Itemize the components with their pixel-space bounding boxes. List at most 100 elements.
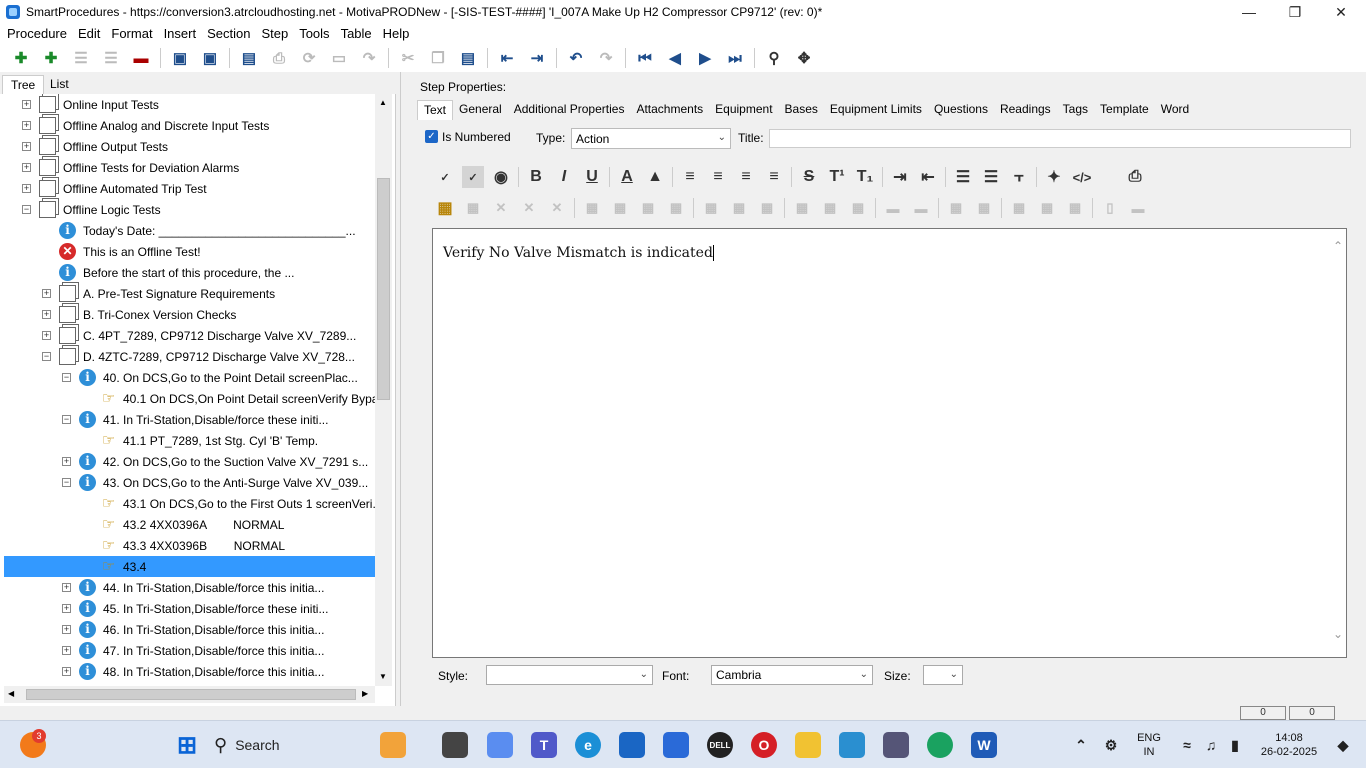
table-tool-icon[interactable]: ▦ [581, 197, 603, 219]
font-select[interactable]: Cambria ⌄ [711, 665, 873, 685]
clock[interactable]: 14:08 26-02-2025 [1254, 731, 1324, 759]
chrome-icon[interactable] [927, 732, 953, 758]
tab-attachments[interactable]: Attachments [630, 100, 709, 120]
tree-node[interactable]: + i 48. In Tri-Station,Disable/force this … [4, 661, 375, 682]
print-preview-icon[interactable]: ⎙ [1124, 166, 1146, 188]
scroll-up-icon[interactable]: ▲ [379, 98, 387, 107]
collapse-icon[interactable]: − [42, 352, 51, 361]
table-tool-icon[interactable]: ▦ [756, 197, 778, 219]
store-icon[interactable] [619, 732, 645, 758]
type-select[interactable]: Action ⌄ [571, 128, 731, 149]
justify-icon[interactable]: ≡ [763, 166, 785, 188]
step-text-editor[interactable]: Verify No Valve Mismatch is indicated ⌃ … [432, 228, 1347, 658]
move-icon[interactable]: ✥ [794, 48, 814, 68]
redo-tool-icon[interactable]: ↷ [359, 48, 379, 68]
app-icon[interactable] [883, 732, 909, 758]
window-icon[interactable]: ▭ [329, 48, 349, 68]
add-icon[interactable]: ✚ [11, 48, 31, 68]
collapse-icon[interactable]: − [62, 478, 71, 487]
tree-node[interactable]: + Offline Automated Trip Test [4, 178, 375, 199]
add-child-icon[interactable]: ✚ [41, 48, 61, 68]
tree-horizontal-scrollbar[interactable]: ◀ ▶ [4, 686, 375, 703]
menu-help[interactable]: Help [379, 25, 414, 43]
tree-node[interactable]: − D. 4ZTC-7289, CP9712 Discharge Valve XV… [4, 346, 375, 367]
tree-node[interactable]: + C. 4PT_7289, CP9712 Discharge Valve XV_… [4, 325, 375, 346]
windows-start-icon[interactable]: ⊞ [174, 732, 200, 759]
save-all-icon[interactable]: ▣ [200, 48, 220, 68]
align-center-icon[interactable]: ≡ [707, 166, 729, 188]
table-tool-icon[interactable]: ▦ [728, 197, 750, 219]
expand-icon[interactable]: + [22, 142, 31, 151]
tree-node[interactable]: ☞ 40.1 On DCS,On Point Detail screenVerif… [4, 388, 375, 409]
table-tool-icon[interactable]: ✕ [518, 197, 540, 219]
menu-tools[interactable]: Tools [295, 25, 333, 43]
tree-node[interactable]: + B. Tri-Conex Version Checks [4, 304, 375, 325]
file-explorer-icon[interactable] [795, 732, 821, 758]
tree-vertical-thumb[interactable] [377, 178, 390, 400]
numbered-list-icon[interactable]: ☰ [980, 166, 1002, 188]
align-left-icon[interactable]: ≡ [679, 166, 701, 188]
tab-bases[interactable]: Bases [779, 100, 824, 120]
magic-wand-icon[interactable]: ✦ [1043, 166, 1065, 188]
teams-icon[interactable]: T [531, 732, 557, 758]
network-settings-icon[interactable]: ⚙ [1098, 732, 1124, 758]
menu-table[interactable]: Table [337, 25, 376, 43]
bullet-list-icon[interactable]: ☰ [952, 166, 974, 188]
table-tool-icon[interactable]: ▬ [910, 197, 932, 219]
previous-icon[interactable]: ◀ [665, 48, 685, 68]
tree-node[interactable]: ☞ 43.1 On DCS,Go to the First Outs 1 scre… [4, 493, 375, 514]
app-icon[interactable] [663, 732, 689, 758]
title-input[interactable] [769, 129, 1351, 148]
table-tool-icon[interactable]: ▦ [847, 197, 869, 219]
subscript-icon[interactable]: T₁ [854, 166, 876, 188]
tree-node[interactable]: i Before the start of this procedure, the… [4, 262, 375, 283]
expand-icon[interactable]: + [42, 310, 51, 319]
table-tool-icon[interactable]: ▯ [1099, 197, 1121, 219]
language-indicator[interactable]: ENG IN [1134, 731, 1164, 759]
tree-horizontal-thumb[interactable] [26, 689, 356, 700]
tree-node[interactable]: − Offline Logic Tests [4, 199, 375, 220]
menu-procedure[interactable]: Procedure [3, 25, 71, 43]
last-icon[interactable]: ⏭ [725, 48, 745, 68]
close-button[interactable]: ✕ [1318, 0, 1364, 24]
table-tool-icon[interactable]: ▦ [973, 197, 995, 219]
chevron-up-icon[interactable]: ⌃ [1333, 239, 1343, 253]
battery-icon[interactable]: ▮ [1222, 732, 1248, 758]
align-right-icon[interactable]: ≡ [735, 166, 757, 188]
taskbar-search[interactable]: ⚲ Search [214, 728, 364, 762]
editor-content[interactable]: Verify No Valve Mismatch is indicated [443, 245, 714, 261]
tree-node[interactable]: ☞ 43.4 [4, 556, 375, 577]
notification-bell-icon[interactable]: ◆ [1330, 732, 1356, 758]
table-tool-icon[interactable]: ▦ [1064, 197, 1086, 219]
table-tool-icon[interactable]: ▦ [665, 197, 687, 219]
expand-icon[interactable]: + [62, 457, 71, 466]
tab-template[interactable]: Template [1094, 100, 1155, 120]
procedure-tree[interactable]: + Online Input Tests + Offline Analog and D… [4, 94, 375, 686]
edge-icon[interactable]: e [575, 732, 601, 758]
minimize-button[interactable]: — [1226, 0, 1272, 24]
expand-icon[interactable]: + [22, 163, 31, 172]
menu-section[interactable]: Section [203, 25, 254, 43]
expand-icon[interactable]: + [22, 121, 31, 130]
list-icon[interactable]: ☰ [71, 48, 91, 68]
tree-node[interactable]: + Offline Tests for Deviation Alarms [4, 157, 375, 178]
expand-icon[interactable]: + [42, 289, 51, 298]
expand-icon[interactable]: + [62, 604, 71, 613]
undo-icon[interactable]: ↶ [566, 48, 586, 68]
expand-icon[interactable]: + [42, 331, 51, 340]
tab-text[interactable]: Text [417, 100, 454, 120]
underline-icon[interactable]: U [581, 166, 603, 188]
collapse-icon[interactable]: − [22, 205, 31, 214]
italic-icon[interactable]: I [553, 166, 575, 188]
table-tool-icon[interactable]: ▬ [1127, 197, 1149, 219]
table-tool-icon[interactable]: ✕ [490, 197, 512, 219]
strikethrough-icon[interactable]: S [798, 166, 820, 188]
tree-node[interactable]: + Offline Analog and Discrete Input Tests [4, 115, 375, 136]
save-icon[interactable]: ▣ [170, 48, 190, 68]
indent-icon[interactable]: ⇥ [527, 48, 547, 68]
table-tool-icon[interactable]: ▦ [1008, 197, 1030, 219]
tree-node[interactable]: + i 44. In Tri-Station,Disable/force this … [4, 577, 375, 598]
first-icon[interactable]: ⏮ [635, 48, 655, 68]
table-tool-icon[interactable]: ✕ [546, 197, 568, 219]
remove-icon[interactable]: ▬ [131, 48, 151, 68]
